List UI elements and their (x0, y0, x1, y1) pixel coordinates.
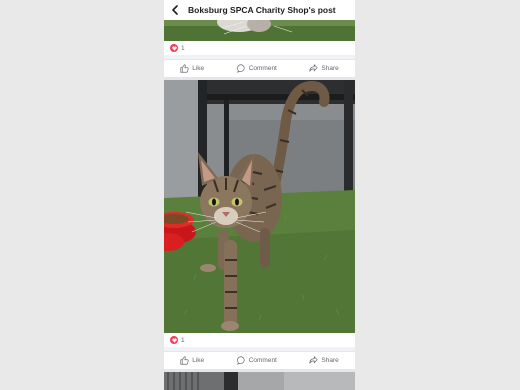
chevron-left-icon (171, 5, 178, 15)
cage-photo-image (164, 372, 355, 390)
share-button[interactable]: Share (309, 356, 339, 365)
reaction-summary[interactable]: 1 (164, 41, 355, 55)
post-actions: Like Comment Share (164, 351, 355, 369)
post-photo-previous[interactable] (164, 20, 355, 41)
like-button[interactable]: Like (180, 356, 204, 365)
comment-bubble-icon (236, 356, 245, 365)
comment-button[interactable]: Comment (236, 356, 277, 365)
comment-label: Comment (248, 357, 277, 364)
cat-photo-top-image (164, 20, 355, 41)
reaction-count: 1 (181, 44, 185, 52)
thumbs-up-icon (180, 356, 189, 365)
like-label: Like (192, 65, 205, 72)
like-label: Like (192, 357, 205, 364)
share-label: Share (321, 357, 339, 364)
back-button[interactable] (164, 0, 186, 20)
post-photo[interactable] (164, 80, 355, 333)
like-button[interactable]: Like (180, 64, 204, 73)
love-reaction-icon (170, 44, 178, 52)
comment-label: Comment (248, 65, 277, 72)
reaction-summary[interactable]: 1 (164, 333, 355, 347)
post-actions: Like Comment Share (164, 59, 355, 77)
comment-bubble-icon (236, 64, 245, 73)
tabby-cat-image (164, 80, 355, 333)
share-label: Share (321, 65, 339, 72)
share-arrow-icon (309, 64, 319, 72)
love-reaction-icon (170, 336, 178, 344)
share-arrow-icon (309, 356, 319, 364)
reaction-count: 1 (181, 336, 185, 344)
comment-button[interactable]: Comment (236, 64, 277, 73)
post-photo-next[interactable] (164, 372, 355, 390)
page-title: Boksburg SPCA Charity Shop's post (188, 5, 336, 15)
thumbs-up-icon (180, 64, 189, 73)
post-viewer: Boksburg SPCA Charity Shop's post 1 Like (164, 0, 355, 390)
top-bar: Boksburg SPCA Charity Shop's post (164, 0, 355, 20)
share-button[interactable]: Share (309, 64, 339, 73)
